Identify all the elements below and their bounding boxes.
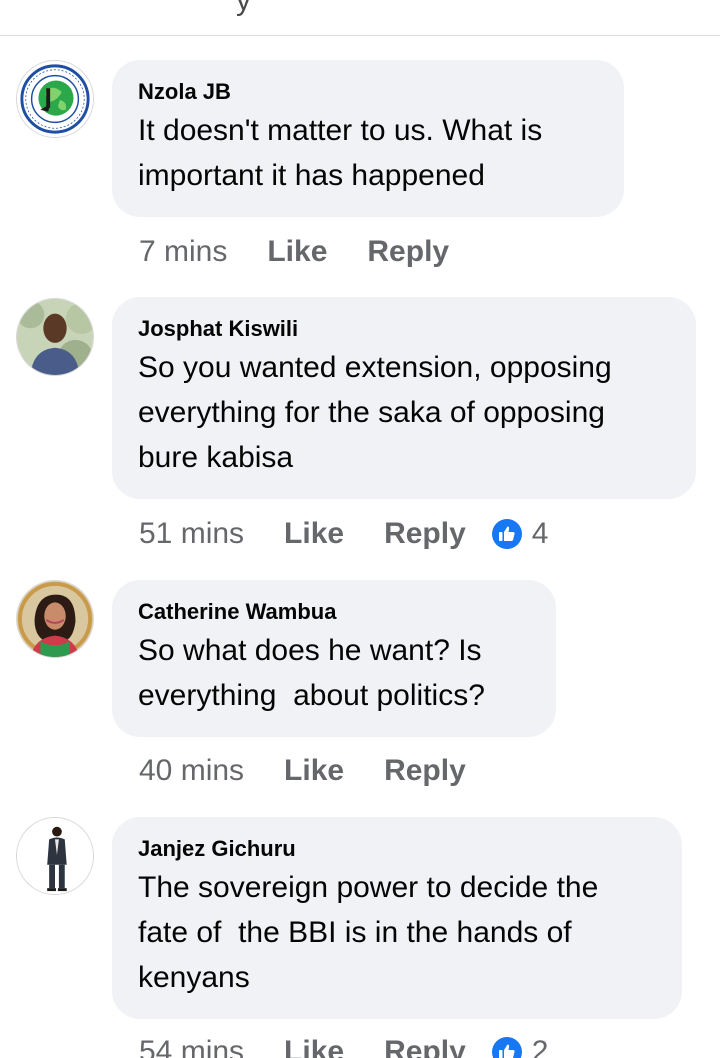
- reply-button[interactable]: Reply: [384, 517, 466, 551]
- reaction-count: 2: [531, 1035, 549, 1058]
- organization-logo-icon: [17, 61, 93, 137]
- user-photo-icon: [17, 818, 93, 894]
- avatar[interactable]: [16, 298, 94, 376]
- reply-button[interactable]: Reply: [367, 235, 449, 269]
- like-button[interactable]: Like: [284, 754, 344, 788]
- like-icon: [491, 519, 522, 549]
- comment-author[interactable]: Nzola JB: [138, 78, 598, 106]
- comment-bubble[interactable]: Catherine Wambua So what does he want? I…: [112, 580, 556, 737]
- reply-button[interactable]: Reply: [384, 754, 466, 788]
- reaction-summary[interactable]: 2: [491, 1035, 549, 1058]
- avatar[interactable]: [16, 817, 94, 895]
- avatar[interactable]: [16, 60, 94, 138]
- comment-bubble[interactable]: Nzola JB It doesn't matter to us. What i…: [112, 60, 624, 217]
- like-button[interactable]: Like: [284, 517, 344, 551]
- comment-author[interactable]: Josphat Kiswili: [138, 315, 670, 343]
- reaction-count: 4: [531, 517, 549, 550]
- comment-timestamp[interactable]: 7 mins: [139, 235, 227, 269]
- comment-text: So you wanted extension, opposing everyt…: [138, 351, 621, 474]
- comment-bubble[interactable]: Janjez Gichuru The sovereign power to de…: [112, 817, 682, 1019]
- comment-bubble[interactable]: Josphat Kiswili So you wanted extension,…: [112, 297, 696, 499]
- like-button[interactable]: Like: [284, 1035, 344, 1058]
- comment-actions: 54 mins Like Reply 2: [139, 1032, 548, 1058]
- comment-author[interactable]: Janjez Gichuru: [138, 835, 656, 863]
- reaction-summary[interactable]: 4: [491, 517, 549, 551]
- comment-actions: 7 mins Like Reply: [139, 232, 449, 272]
- comments-screen: y Nzola JB It doesn't matter to us. What…: [0, 0, 720, 1058]
- comment-timestamp[interactable]: 40 mins: [139, 754, 244, 788]
- comment-timestamp[interactable]: 51 mins: [139, 517, 244, 551]
- user-photo-icon: [17, 299, 93, 375]
- comment-actions: 40 mins Like Reply: [139, 751, 466, 791]
- comment-actions: 51 mins Like Reply 4: [139, 514, 548, 554]
- like-button[interactable]: Like: [267, 235, 327, 269]
- user-photo-icon: [17, 581, 93, 657]
- comment-text: So what does he want? Is everything abou…: [138, 634, 490, 712]
- previous-content-fragment: y: [0, 0, 720, 36]
- like-icon: [491, 1037, 522, 1058]
- avatar[interactable]: [16, 580, 94, 658]
- comment-author[interactable]: Catherine Wambua: [138, 598, 530, 626]
- comment-timestamp[interactable]: 54 mins: [139, 1035, 244, 1058]
- reply-button[interactable]: Reply: [384, 1035, 466, 1058]
- cut-off-text: y: [236, 0, 251, 17]
- comment-text: The sovereign power to decide the fate o…: [138, 871, 607, 994]
- comment-text: It doesn't matter to us. What is importa…: [138, 114, 551, 192]
- section-divider: [0, 35, 720, 36]
